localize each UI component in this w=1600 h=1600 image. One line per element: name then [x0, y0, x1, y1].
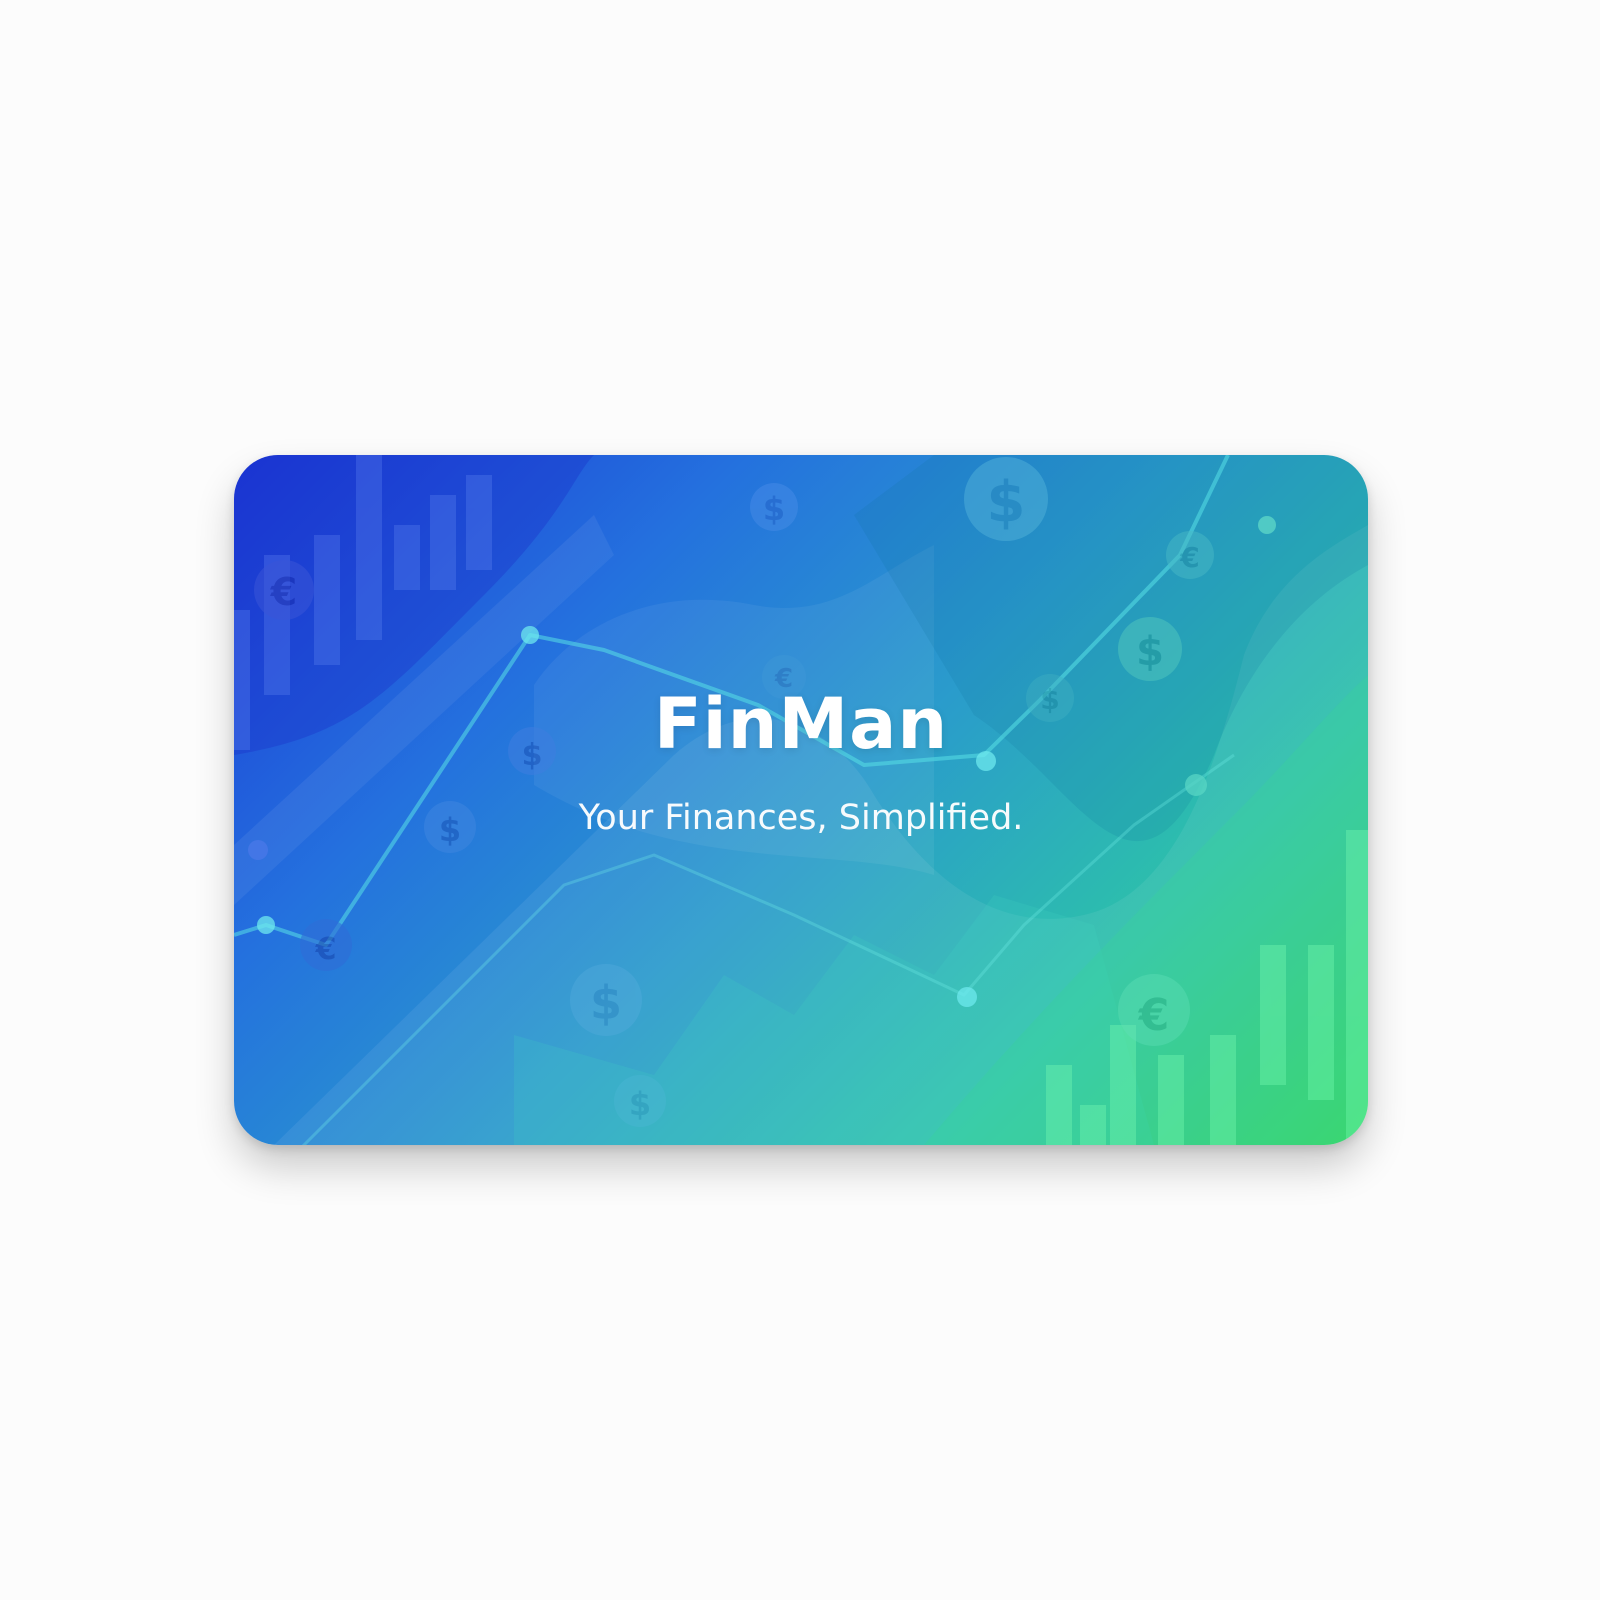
svg-text:€: €	[270, 570, 297, 614]
dollar-coin-icon: $	[614, 1075, 666, 1127]
line-point	[248, 840, 268, 860]
euro-coin-icon: €	[254, 560, 314, 620]
dollar-coin-icon: $	[964, 457, 1048, 541]
dollar-coin-icon: $	[570, 964, 642, 1036]
bar	[314, 535, 340, 665]
svg-text:$: $	[629, 1085, 651, 1123]
bar	[466, 475, 492, 570]
svg-text:€: €	[1179, 541, 1199, 574]
euro-coin-icon: €	[1166, 531, 1214, 579]
svg-text:$: $	[763, 490, 785, 528]
bar	[430, 495, 456, 590]
line-point	[1258, 516, 1276, 534]
bar	[1080, 1105, 1106, 1145]
svg-text:€: €	[1138, 990, 1170, 1041]
tagline: Your Finances, Simplified.	[578, 798, 1024, 838]
finman-card: € $ $ € $ € $ $ $ € $ $ € FinMan Your Fi…	[234, 455, 1368, 1145]
brand-name: FinMan	[653, 683, 949, 765]
bar	[1346, 830, 1368, 1145]
bar	[1260, 945, 1286, 1085]
bar	[1308, 945, 1334, 1100]
bar	[356, 455, 382, 640]
svg-text:$: $	[590, 976, 622, 1030]
euro-coin-icon: €	[1118, 974, 1190, 1046]
bar	[1110, 1025, 1136, 1145]
bar	[1210, 1035, 1236, 1145]
svg-text:$: $	[1136, 629, 1164, 675]
dollar-coin-icon: $	[1118, 617, 1182, 681]
bar	[1158, 1055, 1184, 1145]
svg-text:$: $	[987, 470, 1026, 535]
page-background: € $ $ € $ € $ $ $ € $ $ € FinMan Your Fi…	[0, 0, 1600, 1600]
bar	[394, 525, 420, 590]
svg-text:€: €	[315, 932, 337, 967]
line-point	[957, 987, 977, 1007]
dollar-coin-icon: $	[750, 483, 798, 531]
euro-coin-icon: €	[300, 919, 352, 971]
line-point	[521, 626, 539, 644]
line-point	[1185, 774, 1207, 796]
bar	[1046, 1065, 1072, 1145]
line-point	[257, 916, 275, 934]
